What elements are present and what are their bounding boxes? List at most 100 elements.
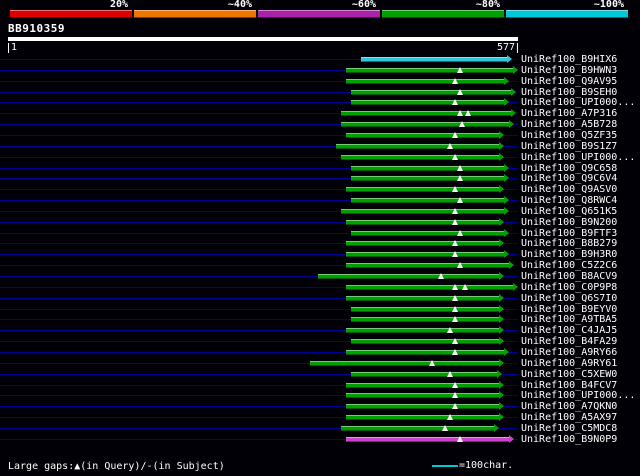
gap-triangle-icon — [452, 186, 459, 193]
hit-label[interactable]: UniRef100_A9TBA5 — [521, 314, 617, 325]
alignment-bar[interactable] — [317, 274, 501, 279]
alignment-bar[interactable] — [309, 360, 501, 366]
alignment-bar[interactable] — [346, 219, 501, 225]
hit-label[interactable]: UniRef100_C0P9P8 — [521, 282, 617, 293]
alignment-bar[interactable] — [346, 295, 501, 301]
alignment-bar[interactable] — [346, 284, 515, 290]
alignment-bar[interactable] — [346, 241, 501, 247]
hit-label[interactable]: UniRef100_Q9AV95 — [521, 76, 617, 87]
alignment-bar[interactable] — [350, 165, 505, 171]
hit-label[interactable]: UniRef100_C5Z2C6 — [521, 260, 617, 271]
hit-label[interactable]: UniRef100_B9HIX6 — [521, 54, 617, 65]
hit-label[interactable]: UniRef100_UPI000... — [521, 152, 635, 163]
hit-label[interactable]: UniRef100_Q8RWC4 — [521, 195, 617, 206]
alignment-bar[interactable] — [346, 382, 501, 388]
alignment-bar[interactable] — [346, 436, 511, 442]
hit-label[interactable]: UniRef100_Q9ASV0 — [521, 184, 617, 195]
alignment-bar[interactable] — [346, 187, 501, 193]
hit-row: UniRef100_B9SEH0 — [0, 87, 640, 98]
alignment-bar[interactable] — [346, 349, 505, 355]
alignment-bar[interactable] — [340, 111, 512, 117]
arrowhead-icon — [496, 369, 502, 378]
alignment-bar[interactable] — [350, 317, 501, 323]
alignment-bar[interactable] — [350, 339, 501, 345]
hit-label[interactable]: UniRef100_B9FTF3 — [521, 228, 617, 239]
alignment-bar[interactable] — [346, 78, 505, 84]
hit-label[interactable]: UniRef100_B9HWN3 — [521, 65, 617, 76]
hit-label[interactable]: UniRef100_Q6S7I0 — [521, 293, 617, 304]
arrowhead-icon — [512, 65, 518, 74]
hit-label[interactable]: UniRef100_B9SEH0 — [521, 87, 617, 98]
gap-triangle-icon — [461, 283, 468, 290]
hit-label[interactable]: UniRef100_UPI000... — [521, 97, 635, 108]
hit-rows: UniRef100_B9HIX6 UniRef100_B9HWN3 UniRef10… — [0, 54, 640, 446]
alignment-bar[interactable] — [350, 198, 505, 204]
hit-label[interactable]: UniRef100_Q651K5 — [521, 206, 617, 217]
hit-row: UniRef100_A9RY61 — [0, 358, 640, 369]
arrowhead-icon — [499, 326, 505, 335]
alignment-bar[interactable] — [350, 89, 512, 95]
arrowhead-icon — [499, 272, 505, 280]
alignment-bar[interactable] — [346, 404, 501, 410]
hit-label[interactable]: UniRef100_B8ACV9 — [521, 271, 617, 282]
hit-label[interactable]: UniRef100_B9EYV0 — [521, 304, 617, 315]
scale-segment — [382, 10, 504, 18]
hit-label[interactable]: UniRef100_UPI000... — [521, 390, 635, 401]
hit-label[interactable]: UniRef100_B4FCV7 — [521, 380, 617, 391]
alignment-bar[interactable] — [346, 67, 514, 73]
alignment-bar[interactable] — [346, 415, 501, 421]
hit-row: UniRef100_Q6S7I0 — [0, 293, 640, 304]
alignment-bar[interactable] — [340, 425, 495, 431]
hit-label[interactable]: UniRef100_C4JAJ5 — [521, 325, 617, 336]
hit-label[interactable]: UniRef100_B9N0P9 — [521, 434, 617, 445]
gap-triangle-icon — [446, 414, 453, 421]
arrowhead-icon — [503, 347, 509, 356]
alignment-bar[interactable] — [346, 263, 511, 269]
hit-label[interactable]: UniRef100_B9S1Z7 — [521, 141, 617, 152]
hit-label[interactable]: UniRef100_A9RY61 — [521, 358, 617, 369]
hit-label[interactable]: UniRef100_B9H3R0 — [521, 249, 617, 260]
alignment-bar[interactable] — [340, 208, 505, 214]
gap-triangle-icon — [452, 305, 459, 312]
query-end-label: 577 — [497, 43, 518, 53]
hit-label[interactable]: UniRef100_A5B728 — [521, 119, 617, 130]
gap-triangle-icon — [452, 381, 459, 388]
hit-label[interactable]: UniRef100_Q9C6V4 — [521, 173, 617, 184]
hit-label[interactable]: UniRef100_C5MDC8 — [521, 423, 617, 434]
hit-row: UniRef100_Q9ASV0 — [0, 184, 640, 195]
alignment-bar[interactable] — [335, 143, 501, 149]
hit-label[interactable]: UniRef100_B9N200 — [521, 217, 617, 228]
arrowhead-icon — [507, 55, 513, 63]
hit-label[interactable]: UniRef100_C5XEW0 — [521, 369, 617, 380]
scale-segment-label: ~100% — [593, 0, 624, 10]
hit-row: UniRef100_B9S1Z7 — [0, 141, 640, 152]
hit-label[interactable]: UniRef100_A7QKN0 — [521, 401, 617, 412]
gap-triangle-icon — [441, 424, 448, 431]
hit-label[interactable]: UniRef100_B8B279 — [521, 238, 617, 249]
hit-row: UniRef100_Q5ZF35 — [0, 130, 640, 141]
alignment-bar[interactable] — [340, 154, 501, 160]
hit-label[interactable]: UniRef100_B4FA29 — [521, 336, 617, 347]
arrowhead-icon — [499, 391, 505, 400]
hit-label[interactable]: UniRef100_A7P316 — [521, 108, 617, 119]
hit-row: UniRef100_A9RY66 — [0, 347, 640, 358]
hit-row: UniRef100_A7P316 — [0, 108, 640, 119]
alignment-bar[interactable] — [346, 132, 501, 138]
hit-row: UniRef100_Q9AV95 — [0, 76, 640, 87]
alignment-bar[interactable] — [346, 252, 505, 258]
alignment-bar[interactable] — [350, 100, 505, 106]
alignment-bar[interactable] — [346, 328, 501, 334]
arrowhead-icon — [503, 76, 509, 85]
hit-row: UniRef100_UPI000... — [0, 152, 640, 163]
hit-label[interactable]: UniRef100_Q5ZF35 — [521, 130, 617, 141]
hit-label[interactable]: UniRef100_A5AX97 — [521, 412, 617, 423]
alignment-bar[interactable] — [350, 230, 505, 236]
alignment-bar[interactable] — [350, 176, 505, 182]
hit-label[interactable]: UniRef100_Q9C658 — [521, 163, 617, 174]
alignment-bar[interactable] — [350, 371, 498, 377]
alignment-bar[interactable] — [346, 393, 501, 399]
alignment-bar[interactable] — [361, 57, 509, 62]
alignment-bar[interactable] — [350, 306, 501, 312]
alignment-bar[interactable] — [340, 122, 511, 128]
hit-label[interactable]: UniRef100_A9RY66 — [521, 347, 617, 358]
